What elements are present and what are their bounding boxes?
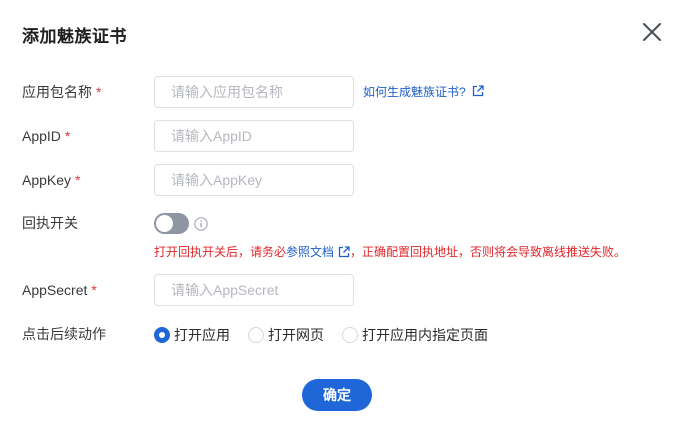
radio-open-app[interactable]: 打开应用 [154,325,230,345]
radio-dot [342,327,358,343]
confirm-button[interactable]: 确定 [302,379,372,411]
external-link-icon [472,85,484,97]
package-name-label: 应用包名称 * [22,84,102,100]
app-id-label: AppID * [22,128,71,144]
external-link-icon [338,245,350,257]
toggle-knob [156,215,173,232]
app-secret-input[interactable] [154,274,354,306]
click-action-label: 点击后续动作 [22,326,106,342]
required-mark: * [96,84,102,100]
app-key-label: AppKey * [22,172,81,188]
click-action-radio-group: 打开应用 打开网页 打开应用内指定页面 [154,326,506,344]
close-icon [643,23,661,41]
reference-doc-link[interactable]: 参照文档 [286,243,350,260]
info-icon[interactable] [194,217,208,231]
required-mark: * [91,282,97,298]
radio-dot [248,327,264,343]
radio-dot [154,327,170,343]
package-name-input[interactable] [154,76,354,108]
callback-switch-label: 回执开关 [22,215,78,231]
callback-warning: 打开回执开关后，请务必 参照文档 ，正确配置回执地址，否则将会导致离线推送失败。 [154,243,627,260]
radio-open-webpage[interactable]: 打开网页 [248,325,324,345]
dialog-title: 添加魅族证书 [22,27,127,46]
how-to-generate-cert-link[interactable]: 如何生成魅族证书? [363,83,484,99]
close-button[interactable] [640,20,664,44]
app-id-input[interactable] [154,120,354,152]
app-key-input[interactable] [154,164,354,196]
required-mark: * [64,128,71,144]
callback-toggle[interactable] [154,213,189,234]
required-mark: * [75,172,81,188]
app-secret-label: AppSecret * [22,282,97,298]
radio-open-app-page[interactable]: 打开应用内指定页面 [342,325,488,345]
